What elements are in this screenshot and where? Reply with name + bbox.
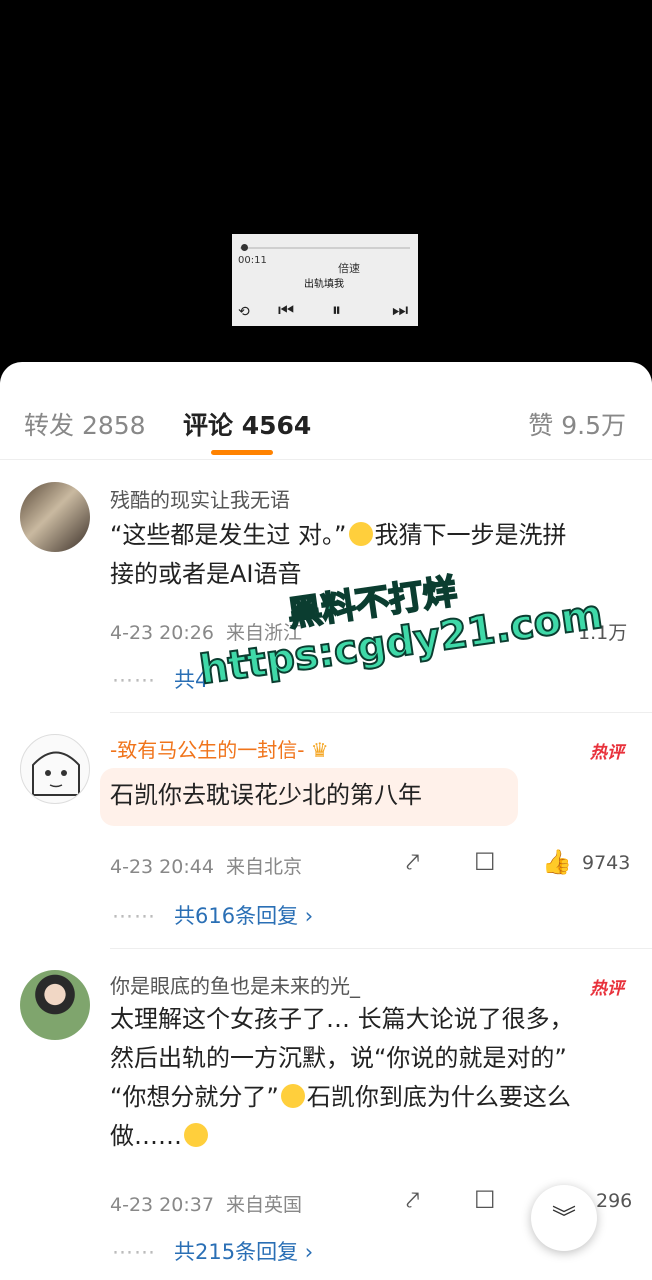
hot-comment-badge: 热评 [590, 743, 624, 763]
like-count[interactable]: 1.1万 [578, 618, 627, 645]
comment-meta: 4-23 20:26 来自浙江 [110, 618, 302, 645]
dots-icon: ⋯⋯ [112, 1240, 156, 1264]
player-time: 00:11 [238, 255, 267, 266]
replies-link[interactable]: ⋯⋯ 共215条回复 › [112, 1236, 313, 1266]
comment-text-part: 石凯你到底为什么要这么 [306, 1083, 571, 1111]
crying-emoji-icon [280, 1084, 305, 1108]
chevron-right-icon: › [304, 904, 314, 928]
previous-icon: ⏮ [278, 300, 295, 321]
dots-icon: ⋯⋯ [112, 668, 156, 692]
scroll-down-button[interactable]: ︾ [531, 1185, 597, 1251]
avatar[interactable] [20, 734, 90, 804]
share-icon[interactable]: ⤤ [406, 1186, 420, 1214]
replies-count: 共215条回复 [174, 1240, 299, 1264]
replies-count: 共4 [174, 668, 209, 692]
avatar[interactable] [20, 482, 90, 552]
comment-source: 来自北京 [226, 856, 303, 878]
comment-text-part: 我猜下一步是洗拼 [374, 521, 567, 549]
share-icon[interactable]: ⤤ [406, 848, 420, 876]
hot-comment-badge: 热评 [590, 979, 624, 999]
video-subtitle: 出轨填我 [304, 279, 344, 290]
comment-text-part: “这些都是发生过 对。” [110, 521, 347, 549]
like-count[interactable]: 296 [596, 1190, 632, 1212]
dots-icon: ⋯⋯ [112, 904, 156, 928]
comment-meta: 4-23 20:37 来自英国 [110, 1190, 302, 1217]
comment-date: 4-23 20:26 [110, 622, 214, 644]
progress-knob [241, 244, 248, 251]
comment-icon[interactable]: ☐ [474, 1186, 496, 1214]
comment-sheet: 转发 2858 评论 4564 赞 9.5万 残酷的现实让我无语 “这些都是发生… [0, 362, 652, 1280]
tab-repost[interactable]: 转发 2858 [24, 406, 146, 442]
tab-bar: 转发 2858 评论 4564 赞 9.5万 [0, 362, 652, 460]
comment-meta: 4-23 20:44 来自北京 [110, 852, 302, 879]
video-frame: 00:11 倍速 出轨填我 ⟲ ⏮ ⏸ ⏭ [232, 234, 418, 326]
tab-likes[interactable]: 赞 9.5万 [528, 406, 626, 442]
comment-username[interactable]: 你是眼底的鱼也是未来的光_ [110, 970, 360, 999]
replay-15-icon: ⟲ [238, 304, 250, 320]
like-icon[interactable]: 👍 [542, 848, 572, 876]
comment-text-part: 接的或者是AI语音 [110, 560, 302, 588]
crying-emoji-icon [184, 1123, 208, 1147]
tab-comments[interactable]: 评论 4564 [183, 406, 311, 442]
chevron-right-icon: › [304, 1240, 314, 1264]
divider [110, 712, 652, 713]
player-speed: 倍速 [338, 262, 360, 275]
pause-icon: ⏸ [332, 300, 341, 321]
comment-date: 4-23 20:44 [110, 856, 214, 878]
comment-source: 来自英国 [226, 1194, 303, 1216]
replies-link[interactable]: ⋯⋯ 共4 [112, 664, 208, 694]
like-count[interactable]: 9743 [582, 852, 630, 874]
comment-text: “这些都是发生过 对。” 我猜下一步是洗拼 接的或者是AI语音 [110, 516, 630, 594]
comment-username[interactable]: -致有马公生的一封信- ♛ [110, 734, 329, 763]
comment-icon[interactable]: ☐ [474, 848, 496, 876]
manga-avatar-icon [32, 751, 80, 796]
active-tab-indicator [211, 450, 273, 455]
comment-username-text: -致有马公生的一封信- [110, 738, 305, 762]
comment-source: 来自浙江 [226, 622, 303, 644]
replies-link[interactable]: ⋯⋯ 共616条回复 › [112, 900, 313, 930]
emoji-icon [348, 522, 373, 546]
chevron-double-down-icon: ︾ [552, 1204, 576, 1232]
comment-text: 石凯你去耽误花少北的第八年 [110, 781, 422, 809]
replies-count: 共616条回复 [174, 904, 299, 928]
crown-badge-icon: ♛ [310, 738, 329, 762]
comment-text-part: 太理解这个女孩子了… 长篇大论说了很多， [110, 1005, 574, 1033]
progress-track [240, 247, 410, 249]
avatar[interactable] [20, 970, 90, 1040]
next-icon: ⏭ [392, 300, 409, 321]
comment-text: 太理解这个女孩子了… 长篇大论说了很多， 然后出轨的一方沉默，说“你说的就是对的… [110, 1000, 630, 1156]
video-player[interactable]: 00:11 倍速 出轨填我 ⟲ ⏮ ⏸ ⏭ [0, 0, 652, 380]
comment-text-part: “你想分就分了” [110, 1083, 279, 1111]
divider [110, 948, 652, 949]
comment-username[interactable]: 残酷的现实让我无语 [110, 484, 290, 513]
comment-text-part: 然后出轨的一方沉默，说“你说的就是对的” [110, 1044, 567, 1072]
comment-text-part: 做…… [110, 1122, 182, 1150]
comment-date: 4-23 20:37 [110, 1194, 214, 1216]
